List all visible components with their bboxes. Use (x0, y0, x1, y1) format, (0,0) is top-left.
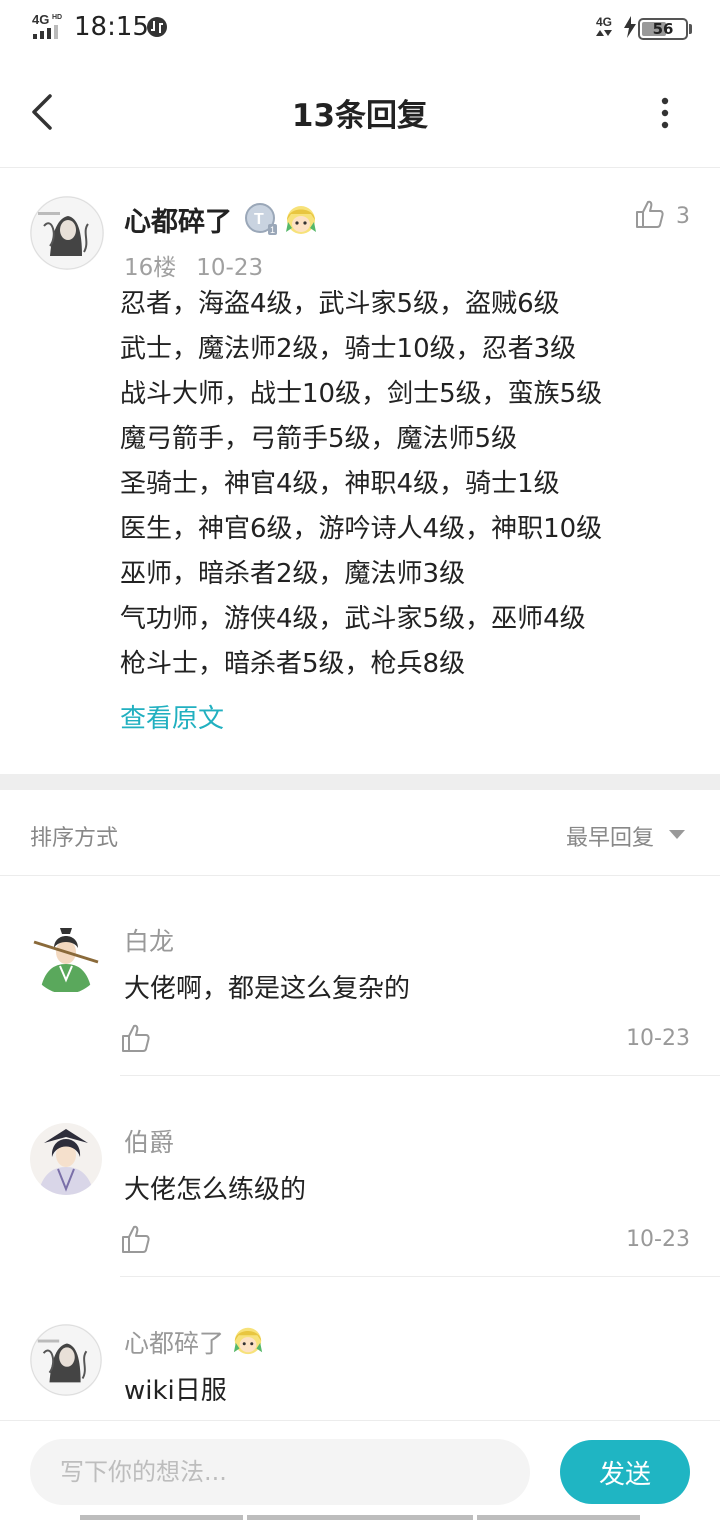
character-emoji-icon (286, 206, 316, 234)
charging-icon (624, 16, 636, 38)
thumbs-up-icon[interactable] (120, 1223, 152, 1255)
sort-row: 排序方式 最早回复 (0, 790, 720, 876)
battery-icon: 56 (638, 18, 688, 40)
thumbs-up-icon[interactable] (120, 1022, 152, 1054)
comment-composer: 发送 (0, 1420, 720, 1520)
post-line: 医生，神官6级，游吟诗人4级，神职10级 (120, 514, 603, 544)
level-badge-icon: T 1 (245, 203, 277, 235)
post-line: 气功师，游侠4级，武斗家5级，巫师4级 (120, 604, 586, 634)
ink-portrait-avatar-image (30, 1324, 102, 1396)
gesture-bar-segment (80, 1515, 243, 1520)
author-avatar[interactable] (30, 196, 104, 270)
comment-input[interactable] (30, 1439, 530, 1505)
reply-item: 白龙 大佬啊，都是这么复杂的 10-23 (0, 876, 720, 1076)
status-bar: 4G HD 18:15 4G 56 (0, 0, 720, 58)
floor-number: 16楼 (124, 255, 177, 281)
top-bar: 13条回复 (0, 58, 720, 168)
page-title: 13条回复 (291, 98, 429, 134)
clock: 18:15 (74, 12, 149, 42)
mobile-data-icon: 4G (596, 15, 612, 36)
sort-dropdown[interactable]: 最早回复 (566, 820, 654, 852)
send-button[interactable]: 发送 (560, 1440, 690, 1504)
reply-item: 心都碎了 wiki日服 (0, 1278, 720, 1420)
reply-avatar[interactable] (30, 1123, 102, 1195)
cellular-signal-icon: 4G HD (32, 12, 62, 39)
battery-tip (689, 24, 692, 34)
post-line: 巫师，暗杀者2级，魔法师3级 (120, 559, 466, 589)
reply-date: 10-23 (626, 1227, 690, 1252)
post-line: 枪斗士，暗杀者5级，枪兵8级 (120, 649, 466, 679)
caret-down-icon[interactable] (668, 828, 686, 840)
svg-text:1: 1 (270, 225, 275, 235)
main-post: 心都碎了 T 1 3 16楼 10-23 忍者，海盗4级，武斗家5级，盗贼6级 武… (0, 168, 720, 774)
data-saver-icon (147, 17, 167, 37)
thumbs-up-icon[interactable] (634, 198, 666, 230)
reply-text: wiki日服 (124, 1376, 227, 1406)
post-line: 圣骑士，神官4级，神职4级，骑士1级 (120, 469, 560, 499)
like-count: 3 (676, 204, 690, 229)
post-meta: 16楼 10-23 (124, 248, 263, 282)
swordsman-avatar-image (30, 922, 102, 994)
network-hd-label: HD (52, 14, 62, 21)
svg-text:T: T (254, 211, 264, 228)
post-line: 忍者，海盗4级，武斗家5级，盗贼6级 (120, 289, 560, 319)
post-body: 忍者，海盗4级，武斗家5级，盗贼6级 武士，魔法师2级，骑士10级，忍者3级 战… (120, 282, 700, 687)
section-divider (0, 774, 720, 790)
reply-author[interactable]: 伯爵 (124, 1123, 174, 1159)
reply-author[interactable]: 心都碎了 (124, 1324, 224, 1360)
view-original-link[interactable]: 查看原文 (120, 698, 224, 735)
gesture-bar-segment (247, 1515, 473, 1520)
reply-item: 伯爵 大佬怎么练级的 10-23 (0, 1077, 720, 1277)
author-name[interactable]: 心都碎了 (124, 200, 232, 239)
reply-separator (120, 1276, 720, 1277)
sort-label: 排序方式 (30, 826, 119, 851)
reply-avatar[interactable] (30, 1324, 102, 1396)
right-network-label: 4G (596, 15, 612, 29)
network-type-label: 4G (32, 12, 49, 27)
post-date: 10-23 (196, 255, 264, 281)
post-line: 魔弓箭手，弓箭手5级，魔法师5级 (120, 424, 518, 454)
reply-avatar[interactable] (30, 922, 102, 994)
post-line: 战斗大师，战士10级，剑士5级，蛮族5级 (120, 379, 603, 409)
reply-text: 大佬怎么练级的 (124, 1175, 307, 1205)
more-options-icon[interactable] (650, 96, 680, 130)
reply-date: 10-23 (626, 1026, 690, 1051)
character-emoji-icon (233, 1327, 263, 1355)
post-line: 武士，魔法师2级，骑士10级，忍者3级 (120, 334, 577, 364)
reply-separator (120, 1075, 720, 1076)
gesture-bar-segment (477, 1515, 640, 1520)
anime-character-avatar-image (30, 1123, 102, 1195)
ink-portrait-avatar-image (30, 196, 104, 270)
battery-level: 56 (652, 20, 674, 38)
reply-text: 大佬啊，都是这么复杂的 (124, 974, 411, 1004)
reply-author[interactable]: 白龙 (124, 922, 174, 958)
